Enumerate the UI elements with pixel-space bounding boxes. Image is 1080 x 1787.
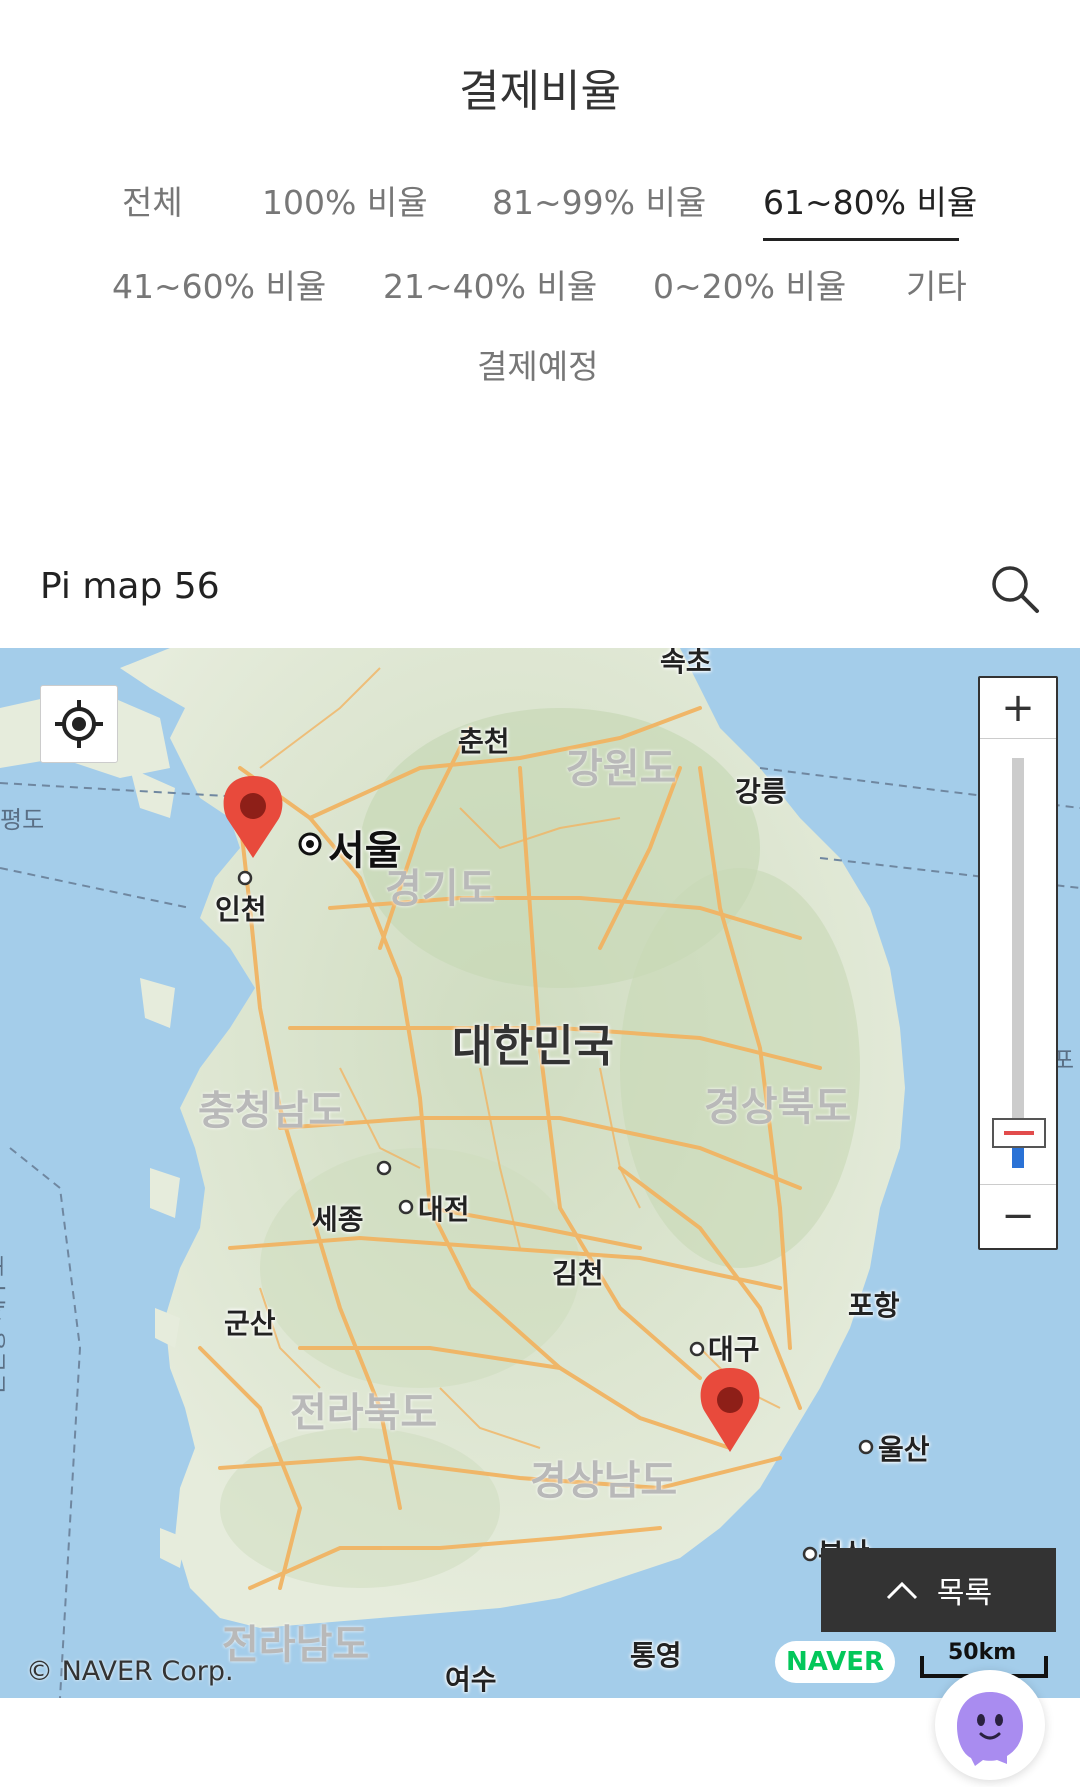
- chatbot-button[interactable]: [935, 1670, 1045, 1780]
- naver-logo[interactable]: NAVER: [775, 1641, 895, 1683]
- map-label-incheon: 인천: [215, 893, 267, 926]
- list-button[interactable]: 목록: [821, 1548, 1056, 1632]
- map-label-daejeon: 대전: [418, 1193, 470, 1226]
- map-label-daegu: 대구: [708, 1333, 760, 1366]
- current-location-button[interactable]: [40, 685, 118, 763]
- map-terrain: [0, 648, 1080, 1698]
- tab-100[interactable]: 100% 비율: [262, 176, 428, 224]
- zoom-in-button[interactable]: +: [980, 678, 1056, 738]
- map-title: Pi map 56: [40, 566, 220, 607]
- tab-61-80[interactable]: 61~80% 비율: [763, 176, 977, 224]
- map-scale-label: 50km: [948, 1640, 1017, 1665]
- tab-0-20[interactable]: 0~20% 비율: [653, 260, 846, 308]
- map-view[interactable]: 속초 춘천 강원도 강릉 평도 서울 경기도 인천 대한민국 포 충청남도 경상…: [0, 648, 1080, 1698]
- map-label-pohang: 포항: [848, 1289, 900, 1322]
- chevron-up-icon: [886, 1581, 917, 1600]
- zoom-slider-track[interactable]: [1012, 758, 1024, 1168]
- map-label-gimcheon: 김천: [552, 1257, 604, 1290]
- chatbot-ghost-icon: [957, 1692, 1023, 1766]
- crosshair-icon: [55, 700, 103, 748]
- map-copyright: © NAVER Corp.: [26, 1656, 234, 1687]
- tab-81-99[interactable]: 81~99% 비율: [492, 176, 706, 224]
- tab-other[interactable]: 기타: [906, 260, 967, 308]
- tab-21-40[interactable]: 21~40% 비율: [383, 260, 597, 308]
- map-label-route-pyeongdo: 평도: [0, 806, 45, 834]
- tab-scheduled[interactable]: 결제예정: [477, 340, 598, 388]
- zoom-out-button[interactable]: −: [980, 1186, 1056, 1246]
- list-button-label: 목록: [936, 1576, 993, 1611]
- map-label-gangwon: 강원도: [566, 746, 677, 792]
- map-label-ulsan: 울산: [878, 1433, 930, 1466]
- map-label-yeosu: 여수: [445, 1663, 497, 1696]
- map-search-bar: Pi map 56: [0, 540, 1080, 648]
- map-label-chungnam: 충청남도: [198, 1088, 346, 1134]
- zoom-control: + −: [978, 676, 1058, 1250]
- map-label-jeonnam: 전라남도: [222, 1622, 370, 1668]
- search-icon[interactable]: [988, 562, 1042, 616]
- page-title: 결제비율: [459, 66, 621, 117]
- map-label-gyeonggi: 경기도: [385, 866, 496, 912]
- map-label-sokcho: 속초: [660, 648, 712, 678]
- map-label-gangneung: 강릉: [735, 775, 787, 808]
- map-label-gunsan: 군산: [224, 1307, 276, 1340]
- map-label-chuncheon: 춘천: [458, 725, 510, 758]
- map-label-tongyeong: 통영: [630, 1639, 682, 1672]
- tab-41-60[interactable]: 41~60% 비율: [112, 260, 326, 308]
- map-label-sejong: 세종: [312, 1203, 364, 1236]
- map-label-jeonbuk: 전라북도: [290, 1390, 438, 1436]
- map-label-korea: 대한민국: [452, 1021, 614, 1072]
- zoom-slider-handle[interactable]: [992, 1118, 1046, 1148]
- active-tab-underline: [763, 238, 959, 241]
- tab-all[interactable]: 전체: [122, 176, 183, 224]
- map-label-gyeongnam: 경상남도: [530, 1458, 678, 1504]
- map-label-route-jeju: 인천항-제주도: [0, 1254, 10, 1397]
- map-label-gyeongbuk: 경상북도: [704, 1084, 852, 1130]
